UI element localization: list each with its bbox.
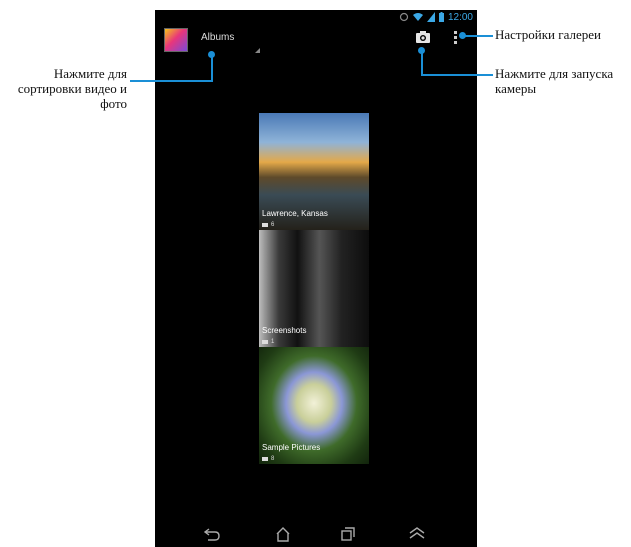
recent-apps-icon[interactable] [341, 527, 356, 541]
navigation-bar [155, 523, 477, 547]
overflow-menu-icon[interactable] [454, 31, 458, 46]
callout-gallery-settings: Настройки галереи [495, 27, 601, 42]
folder-icon [262, 223, 268, 227]
app-bar: Albums [155, 26, 477, 66]
callout-camera-line1: Нажмите для запуска [495, 66, 614, 81]
callout-sort-line2: сортировки видео и [17, 81, 127, 96]
callout-sort-line3: фото [100, 96, 127, 111]
phone-screen: 12:00 Albums Lawrence, Kansas 6 Screensh… [155, 10, 477, 547]
folder-icon [262, 340, 268, 344]
album-count: 8 [262, 456, 274, 462]
sync-icon [399, 12, 409, 22]
album-count-value: 6 [271, 222, 275, 228]
album-name: Sample Pictures [262, 443, 321, 452]
home-icon[interactable] [275, 527, 291, 542]
wifi-icon [412, 13, 423, 21]
back-icon[interactable] [204, 527, 220, 541]
album-count-value: 8 [271, 456, 275, 462]
callout-sort: Нажмите для сортировки видео и фото [18, 66, 127, 111]
album-name: Lawrence, Kansas [262, 209, 328, 218]
albums-dropdown[interactable]: Albums [201, 32, 234, 43]
callout-sort-line-h [130, 80, 213, 82]
album-tile[interactable]: Screenshots 1 [259, 230, 369, 347]
dropdown-indicator-icon [255, 48, 260, 53]
album-count: 1 [262, 339, 274, 345]
callout-camera-line-h [421, 74, 493, 76]
callout-sort-line [211, 55, 213, 81]
album-count-value: 1 [271, 339, 275, 345]
callout-camera: Нажмите для запуска камеры [495, 66, 613, 96]
battery-icon [438, 12, 444, 22]
callout-camera-dot [418, 47, 425, 54]
callout-camera-line [421, 51, 423, 75]
callout-settings-line [463, 35, 493, 37]
album-count: 6 [262, 222, 274, 228]
callout-camera-line2: камеры [495, 81, 537, 96]
album-tile[interactable]: Sample Pictures 8 [259, 347, 369, 464]
album-name: Screenshots [262, 326, 307, 335]
status-time: 12:00 [447, 11, 473, 23]
status-bar: 12:00 [399, 10, 473, 24]
callout-settings-dot [459, 32, 466, 39]
gallery-app-icon[interactable] [164, 28, 188, 52]
callout-sort-line1: Нажмите для [53, 66, 127, 81]
callout-sort-dot [208, 51, 215, 58]
camera-icon[interactable] [416, 31, 430, 43]
menu-up-icon[interactable] [409, 527, 425, 539]
folder-icon [262, 457, 268, 461]
album-tile[interactable]: Lawrence, Kansas 6 [259, 113, 369, 230]
signal-icon [426, 12, 435, 22]
